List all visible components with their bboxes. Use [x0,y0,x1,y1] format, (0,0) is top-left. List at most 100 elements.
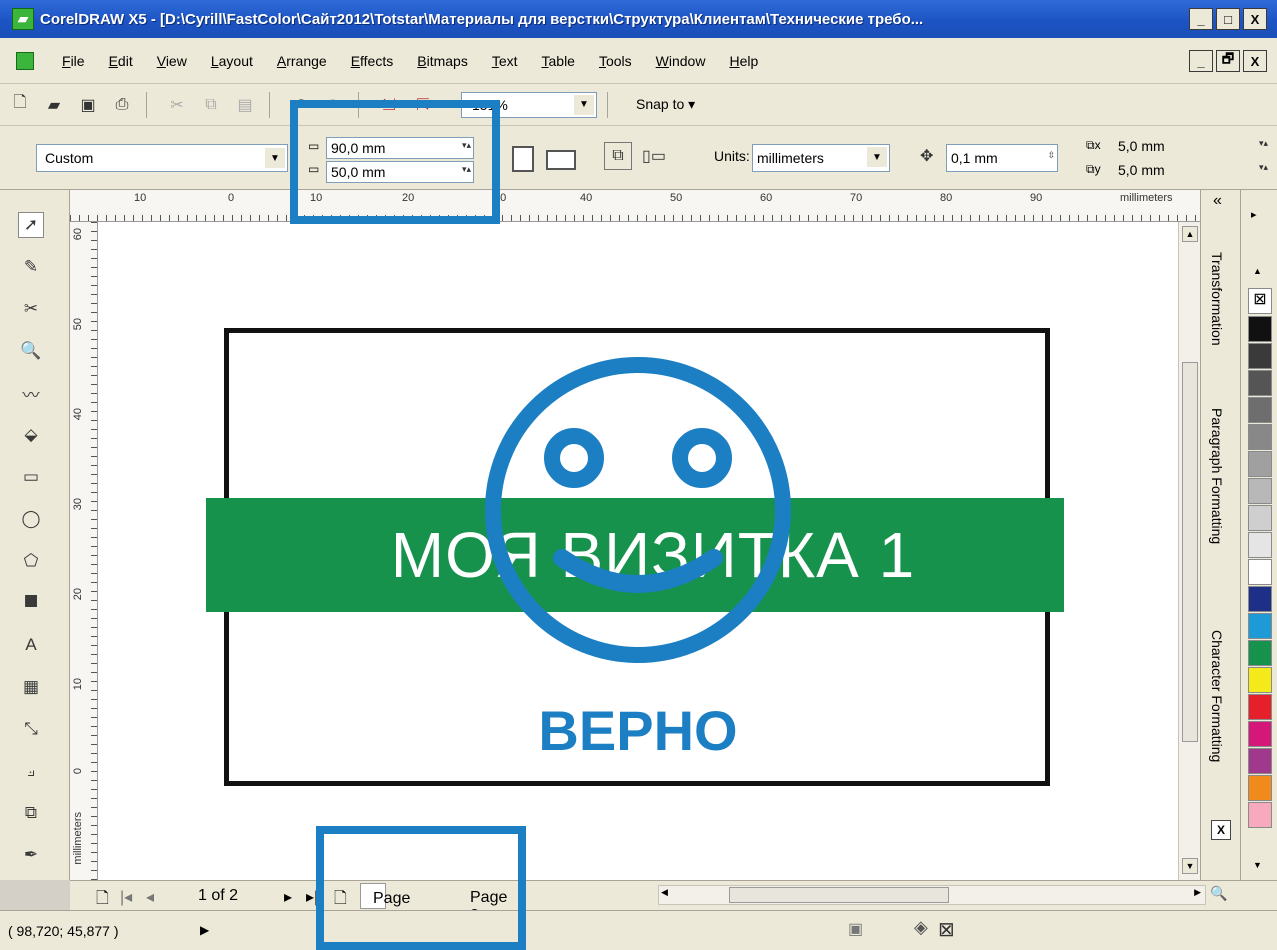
color-swatch[interactable] [1248,721,1272,747]
docker-tab-paragraph-formatting[interactable]: Paragraph Formatting [1209,408,1225,544]
vertical-scrollbar[interactable]: ▲ ▼ [1178,222,1200,880]
color-proof-icon[interactable]: ▣ [848,919,863,939]
shape-tool-icon[interactable]: ✎ [18,254,44,280]
portrait-icon[interactable] [512,146,534,172]
docker-tab-transformation[interactable]: Transformation [1209,252,1225,346]
crop-tool-icon[interactable]: ✂ [18,296,44,322]
smart-fill-tool-icon[interactable]: ⬙ [18,422,44,448]
units-select[interactable]: millimeters ▼ [752,144,890,172]
first-page-icon[interactable]: |◂ [120,887,132,907]
page-preset-select[interactable]: Custom ▼ [36,144,288,172]
open-folder-icon[interactable]: ▰ [40,91,68,119]
no-fill-swatch[interactable]: ⊠ [1248,288,1272,314]
scroll-up-icon[interactable]: ▲ [1182,226,1198,242]
color-swatch[interactable] [1248,748,1272,774]
nudge-distance-field[interactable]: 0,1 mm ⇳ [946,144,1058,172]
palette-scroll-down-icon[interactable]: ▼ [1253,860,1262,870]
color-swatch[interactable] [1248,694,1272,720]
dimension-tool-icon[interactable]: ⤡ [18,716,44,742]
docker-tab-character-formatting[interactable]: Character Formatting [1209,630,1225,762]
menu-arrange[interactable]: Arrange [265,53,339,69]
color-swatch[interactable] [1248,586,1272,612]
print-icon[interactable]: ⎙ [108,91,136,119]
menu-table[interactable]: Table [530,53,587,69]
duplicate-x-field[interactable]: 5,0 mm ▾▴ [1114,136,1270,158]
menu-layout[interactable]: Layout [199,53,265,69]
polygon-tool-icon[interactable]: ⬠ [18,548,44,574]
document-icon[interactable] [16,51,34,70]
close-docker-icon[interactable]: X [1211,820,1231,840]
duplicate-y-field[interactable]: 5,0 mm ▾▴ [1114,160,1270,182]
table-tool-icon[interactable]: ▦ [18,674,44,700]
eyedropper-tool-icon[interactable]: ✒ [18,842,44,868]
status-expand-icon[interactable]: ▶ [200,923,209,937]
scroll-down-icon[interactable]: ▼ [1182,858,1198,874]
horizontal-scroll-thumb[interactable] [729,887,949,903]
basic-shapes-tool-icon[interactable]: ⯀ [18,590,44,616]
blend-tool-icon[interactable]: ⧉ [18,800,44,826]
menu-effects[interactable]: Effects [339,53,406,69]
fill-bucket-icon[interactable]: ◈ [914,917,928,938]
color-swatch[interactable] [1248,775,1272,801]
color-swatch[interactable] [1248,343,1272,369]
palette-menu-icon[interactable]: ▸ [1251,208,1257,221]
color-swatch[interactable] [1248,397,1272,423]
landscape-icon[interactable] [546,150,576,170]
color-swatch[interactable] [1248,613,1272,639]
menu-tools[interactable]: Tools [587,53,644,69]
menu-help[interactable]: Help [717,53,770,69]
text-tool-icon[interactable]: A [18,632,44,658]
doc-close-button[interactable]: X [1243,50,1267,72]
chevron-down-icon[interactable]: ▼ [574,94,594,115]
coreldraw-app-icon[interactable]: ▰ [12,8,34,30]
color-swatch[interactable] [1248,802,1272,828]
spin-icon[interactable]: ▾▴ [1259,162,1268,173]
color-swatch[interactable] [1248,640,1272,666]
freehand-tool-icon[interactable]: 〰 [18,380,44,406]
menu-edit[interactable]: Edit [97,53,145,69]
snap-to-dropdown[interactable]: Snap to ▾ [636,96,695,113]
cut-icon[interactable]: ✂ [163,91,191,119]
color-swatch[interactable] [1248,532,1272,558]
menu-text[interactable]: Text [480,53,530,69]
current-page-icon[interactable]: ▯▭ [640,142,668,170]
color-swatch[interactable] [1248,559,1272,585]
palette-scroll-up-icon[interactable]: ▲ [1253,266,1262,276]
ellipse-tool-icon[interactable]: ◯ [18,506,44,532]
doc-restore-button[interactable]: 🗗 [1216,50,1240,72]
close-button[interactable]: X [1243,8,1267,30]
new-document-icon[interactable]: 🗋 [6,91,34,119]
color-swatch[interactable] [1248,316,1272,342]
save-icon[interactable]: ▣ [74,91,102,119]
color-swatch[interactable] [1248,370,1272,396]
pick-tool-icon[interactable]: ➚ [18,212,44,238]
scroll-left-icon[interactable]: ◀ [661,887,668,898]
menu-view[interactable]: View [145,53,199,69]
maximize-button[interactable]: □ [1216,8,1240,30]
menu-file[interactable]: File [50,53,97,69]
color-swatch[interactable] [1248,451,1272,477]
collapse-dockers-icon[interactable]: « [1213,192,1222,210]
horizontal-scrollbar[interactable]: ◀ ▶ [658,885,1206,905]
vertical-scroll-thumb[interactable] [1182,362,1198,742]
menu-window[interactable]: Window [644,53,718,69]
color-swatch[interactable] [1248,667,1272,693]
next-page-icon[interactable]: ▸ [284,887,292,907]
chevron-down-icon[interactable]: ▼ [867,147,887,167]
copy-icon[interactable]: ⧉ [197,91,225,119]
spin-icon[interactable]: ⇳ [1047,150,1055,161]
all-pages-icon[interactable]: ⧉ [604,142,632,170]
paste-icon[interactable]: ▤ [231,91,259,119]
drawing-canvas[interactable]: МОЯ ВИЗИТКА 1 ВЕРНО [98,222,1178,880]
horizontal-ruler[interactable]: 10 0 10 20 30 40 50 60 70 80 90 millimet… [70,190,1200,222]
zoom-tool-icon[interactable]: 🔍 [18,338,44,364]
scroll-right-icon[interactable]: ▶ [1194,887,1201,898]
previous-page-icon[interactable]: ◂ [146,887,154,907]
chevron-down-icon[interactable]: ▼ [265,148,285,168]
vertical-ruler[interactable]: 60 50 40 30 20 10 0 millimeters [70,222,98,880]
no-outline-icon[interactable]: ⊠ [938,917,955,942]
menu-bitmaps[interactable]: Bitmaps [405,53,480,69]
spin-icon[interactable]: ▾▴ [1259,138,1268,149]
color-swatch[interactable] [1248,478,1272,504]
connector-tool-icon[interactable]: ⟓ [18,758,44,784]
